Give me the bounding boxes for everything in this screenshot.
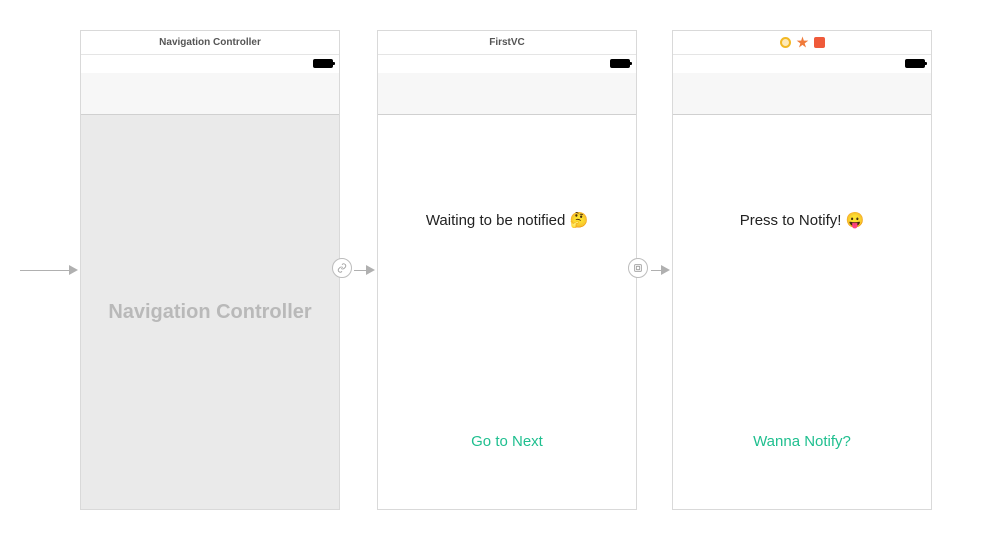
scene-title: Navigation Controller [159,37,261,48]
scene-title-bar: FirstVC [378,31,636,55]
scene-title-bar [673,31,931,55]
storyboard-canvas: Navigation Controller Navigation Control… [0,0,1000,553]
navigation-bar [378,73,636,115]
battery-icon [610,59,630,68]
navigation-bar [81,73,339,115]
scene-body: Press to Notify! 😛 Wanna Notify? [673,115,931,509]
instruction-label: Press to Notify! 😛 [673,211,931,229]
scene-body: Waiting to be notified 🤔 Go to Next [378,115,636,509]
warning-dot-icon [780,37,791,48]
navigation-bar [673,73,931,115]
scene-body: Navigation Controller [81,115,339,509]
scene-first-vc[interactable]: FirstVC Waiting to be notified 🤔 Go to N… [377,30,637,510]
battery-icon [313,59,333,68]
status-label: Waiting to be notified 🤔 [378,211,636,229]
go-to-next-button[interactable]: Go to Next [378,433,636,450]
scene-title-bar: Navigation Controller [81,31,339,55]
segue-arrow [639,265,670,275]
scene-navigation-controller[interactable]: Navigation Controller Navigation Control… [80,30,340,510]
misplaced-view-warnings [780,37,825,48]
battery-icon [905,59,925,68]
placeholder-label: Navigation Controller [108,301,311,324]
notify-button[interactable]: Wanna Notify? [673,433,931,450]
scene-title: FirstVC [489,37,525,48]
scene-second-vc[interactable]: Press to Notify! 😛 Wanna Notify? [672,30,932,510]
error-square-icon [814,37,825,48]
initial-vc-arrow [20,265,78,275]
warning-star-icon [796,36,808,48]
segue-arrow [342,265,375,275]
